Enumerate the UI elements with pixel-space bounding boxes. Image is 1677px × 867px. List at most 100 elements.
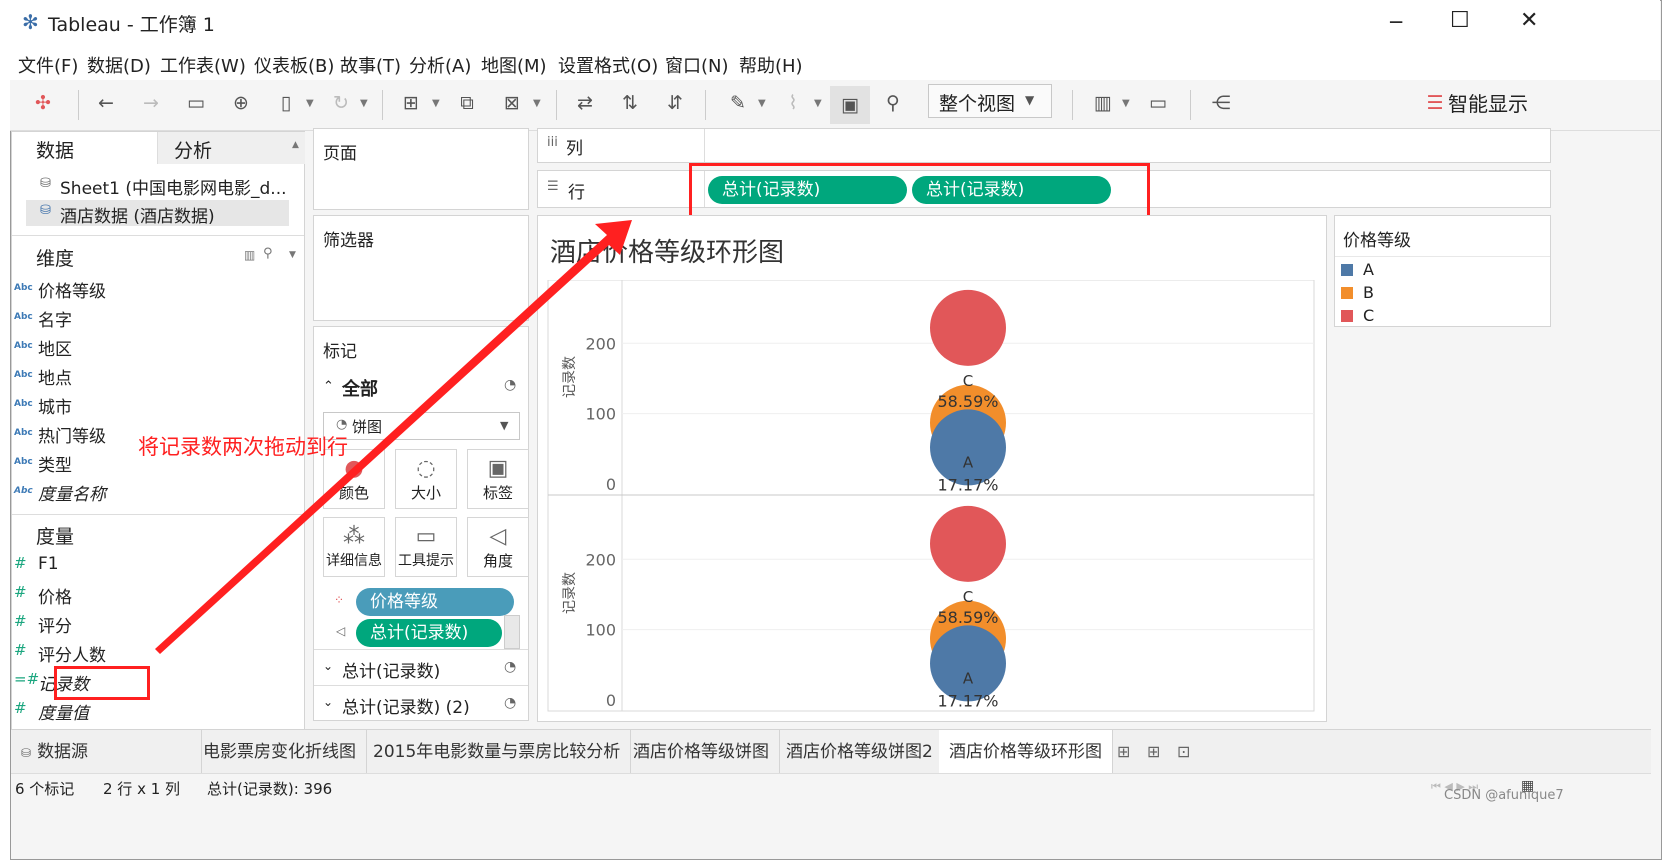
pin-icon[interactable]: ⚲ (880, 92, 906, 114)
save-icon[interactable]: ▭ (183, 92, 209, 114)
new-dashboard-icon[interactable]: ⊞ (1147, 742, 1160, 761)
divider (12, 514, 304, 515)
chevron-down-icon[interactable]: ▼ (360, 98, 368, 109)
group-icon[interactable]: ⌇ (780, 92, 806, 114)
close-button[interactable]: ✕ (1520, 8, 1538, 33)
menu-bar: 文件(F) 数据(D) 工作表(W) 仪表板(B) 故事(T) 分析(A) 地图… (10, 46, 1660, 80)
marks-title: 标记 (323, 342, 357, 362)
swap-axes-icon[interactable]: ⇄ (572, 92, 598, 114)
datasource-item[interactable]: Sheet1 (中国电影网电影_d... (60, 174, 287, 199)
menu-analysis[interactable]: 分析(A) (409, 52, 471, 78)
redo-icon[interactable]: → (138, 92, 164, 114)
tooltip-button[interactable]: ▭ 工具提示 (395, 517, 457, 577)
angle-button[interactable]: ◁ 角度 (467, 517, 529, 577)
new-worksheet-icon[interactable]: ⊞ (398, 92, 424, 114)
minimize-button[interactable]: ─ (1390, 10, 1402, 34)
string-type-icon: Abc (14, 428, 33, 438)
tab-sheet[interactable]: 酒店价格等级饼图 (623, 730, 780, 774)
string-type-icon: Abc (14, 399, 33, 409)
menu-story[interactable]: 故事(T) (340, 52, 401, 78)
columns-shelf[interactable]: iii 列 (537, 128, 1551, 163)
tableau-start-icon[interactable]: ✣ (30, 92, 56, 114)
tab-datasource[interactable]: ⛁ 数据源 (11, 730, 202, 774)
mark-type-select[interactable]: ◔ 饼图 ▼ (323, 412, 520, 440)
marks-section-1[interactable]: 总计(记录数) (342, 657, 440, 682)
measure-label: 评分人数 (38, 646, 106, 666)
color-field-pill[interactable]: 价格等级 (356, 588, 514, 616)
sort-ascending-icon[interactable]: ⇅ (617, 92, 643, 114)
scrollbar[interactable] (504, 615, 520, 649)
datasource-label: 酒店数据 (酒店数据) (60, 207, 215, 227)
measure-item[interactable]: # F1 (14, 554, 59, 574)
dimension-item[interactable]: Abc 名字 (14, 306, 72, 331)
view-toggle-icon[interactable]: ▥ (244, 248, 255, 262)
menu-help[interactable]: 帮助(H) (739, 52, 803, 78)
highlight-icon[interactable]: ✎ (725, 92, 751, 114)
dimension-item[interactable]: Abc 热门等级 (14, 422, 106, 447)
undo-icon[interactable]: ← (93, 92, 119, 114)
collapse-icon[interactable]: ⌄ (323, 695, 333, 709)
tab-sheet[interactable]: 2015年电影数量与票房比较分析 (363, 730, 632, 774)
share-icon[interactable]: ⋲ (1208, 92, 1234, 114)
tab-sheet-active[interactable]: 酒店价格等级环形图 (939, 730, 1113, 774)
measure-item[interactable]: # 评分人数 (14, 641, 106, 666)
menu-map[interactable]: 地图(M) (481, 52, 547, 78)
dimension-item[interactable]: Abc 地点 (14, 364, 72, 389)
menu-worksheet[interactable]: 工作表(W) (160, 52, 246, 78)
chevron-down-icon[interactable]: ▼ (1122, 98, 1130, 109)
show-labels-icon[interactable]: ▣ (830, 86, 870, 124)
chevron-down-icon[interactable]: ▼ (432, 98, 440, 109)
collapse-icon[interactable]: ⌃ (323, 379, 334, 394)
new-worksheet-icon[interactable]: ⊞ (1117, 742, 1130, 761)
collapse-icon[interactable]: ⌄ (323, 659, 333, 673)
tab-data[interactable]: 数据 (12, 132, 157, 164)
new-datasource-icon[interactable]: ⊕ (228, 92, 254, 114)
chevron-down-icon[interactable]: ▼ (289, 250, 296, 260)
show-cards-icon[interactable]: ▥ (1090, 92, 1116, 114)
datasource-icon: ⛁ (40, 203, 51, 218)
tab-analysis[interactable]: 分析 ▲ (157, 132, 305, 164)
sort-descending-icon[interactable]: ⇵ (662, 92, 688, 114)
chevron-down-icon[interactable]: ▼ (306, 98, 314, 109)
datasource-item-selected[interactable]: ⛁ 酒店数据 (酒店数据) (26, 200, 289, 227)
maximize-button[interactable]: ☐ (1450, 8, 1470, 33)
chevron-down-icon[interactable]: ▼ (814, 98, 822, 109)
presentation-mode-icon[interactable]: ▭ (1145, 92, 1171, 114)
detail-button[interactable]: ⁂ 详细信息 (323, 517, 385, 577)
measure-item[interactable]: # 评分 (14, 612, 72, 637)
window-title: Tableau - 工作簿 1 (48, 14, 215, 36)
dimension-item[interactable]: Abc 类型 (14, 451, 72, 476)
menu-dashboard[interactable]: 仪表板(B) (254, 52, 334, 78)
chevron-down-icon[interactable]: ▼ (533, 98, 541, 109)
search-icon[interactable]: ⚲ (263, 246, 273, 261)
new-story-icon[interactable]: ⊡ (1177, 742, 1190, 761)
measure-item[interactable]: # 价格 (14, 583, 72, 608)
show-me-button[interactable]: 智能显示 (1448, 88, 1528, 117)
show-me-icon[interactable]: ☰ (1422, 92, 1448, 114)
dimension-item[interactable]: Abc 度量名称 (14, 480, 106, 505)
pause-update-icon[interactable]: ▯ (273, 92, 299, 114)
chevron-down-icon[interactable]: ▼ (758, 98, 766, 109)
dimension-item[interactable]: Abc 价格等级 (14, 277, 106, 302)
marks-all[interactable]: 全部 (342, 375, 378, 401)
size-button[interactable]: ◌ 大小 (395, 449, 457, 509)
dimension-item[interactable]: Abc 地区 (14, 335, 72, 360)
menu-format[interactable]: 设置格式(O) (558, 52, 658, 78)
filters-shelf[interactable]: 筛选器 (313, 215, 529, 321)
measure-item[interactable]: # 度量值 (14, 699, 89, 724)
dimension-item[interactable]: Abc 城市 (14, 393, 72, 418)
label-button[interactable]: ▣ 标签 (467, 449, 529, 509)
menu-data[interactable]: 数据(D) (87, 52, 151, 78)
menu-file[interactable]: 文件(F) (18, 52, 78, 78)
marks-section-2[interactable]: 总计(记录数) (2) (342, 693, 470, 718)
clear-sheet-icon[interactable]: ⊠ (499, 92, 525, 114)
refresh-icon[interactable]: ↻ (328, 92, 354, 114)
tab-sheet[interactable]: 酒店价格等级饼图2 (776, 730, 944, 774)
tab-sheet[interactable]: 电影票房变化折线图 (193, 730, 367, 774)
angle-field-pill[interactable]: 总计(记录数) (356, 619, 502, 647)
fit-select[interactable]: 整个视图 ▼ (928, 84, 1052, 118)
menu-window[interactable]: 窗口(N) (665, 52, 729, 78)
pages-shelf[interactable]: 页面 (313, 128, 529, 210)
tooltip-label: 工具提示 (398, 553, 454, 569)
duplicate-sheet-icon[interactable]: ⧉ (454, 92, 480, 114)
